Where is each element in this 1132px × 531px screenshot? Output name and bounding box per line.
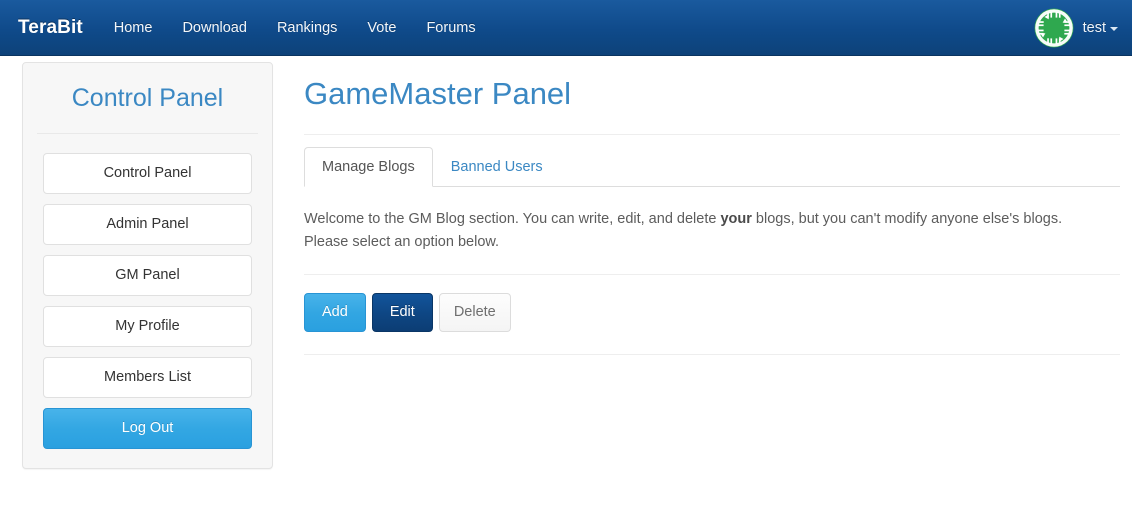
page-title: GameMaster Panel: [304, 76, 572, 111]
green-chip-recycle-avatar-icon: [1034, 8, 1074, 48]
nav-link-download[interactable]: Download: [167, 0, 262, 56]
sidebar-menu: Control Panel Admin Panel GM Panel My Pr…: [23, 152, 272, 449]
user-menu-dropdown[interactable]: test: [1034, 0, 1118, 56]
tab-banned-users[interactable]: Banned Users: [433, 147, 561, 187]
welcome-message: Welcome to the GM Blog section. You can …: [304, 208, 1099, 254]
top-navbar: TeraBit Home Download Rankings Vote Foru…: [0, 0, 1132, 56]
sidebar-heading: Control Panel: [71, 84, 224, 112]
primary-nav: Home Download Rankings Vote Forums: [99, 0, 491, 56]
caret-down-icon: [1110, 26, 1118, 31]
footer-divider: [304, 354, 1120, 356]
sidebar-item-admin-panel[interactable]: Admin Panel: [43, 203, 252, 245]
user-name-label: test: [1082, 19, 1106, 36]
sidebar-item-log-out[interactable]: Log Out: [43, 407, 252, 449]
navbar-right: test: [1034, 0, 1132, 56]
nav-link-vote[interactable]: Vote: [352, 0, 411, 56]
title-divider: [304, 133, 1120, 135]
nav-link-home[interactable]: Home: [99, 0, 168, 56]
nav-link-rankings[interactable]: Rankings: [262, 0, 352, 56]
tab-manage-blogs[interactable]: Manage Blogs: [304, 147, 433, 187]
welcome-text-before: Welcome to the GM Blog section. You can …: [304, 210, 721, 227]
sidebar-item-members-list[interactable]: Members List: [43, 356, 252, 398]
sidebar-item-control-panel[interactable]: Control Panel: [43, 152, 252, 194]
nav-link-forums[interactable]: Forums: [411, 0, 490, 56]
sidebar-item-gm-panel[interactable]: GM Panel: [43, 254, 252, 296]
action-buttons: Add Edit Delete: [304, 293, 1120, 333]
add-button[interactable]: Add: [304, 293, 366, 333]
content-tabs: Manage Blogs Banned Users: [304, 147, 1120, 187]
content-divider: [304, 274, 1120, 276]
brand-logo[interactable]: TeraBit: [2, 0, 99, 56]
sidebar-item-my-profile[interactable]: My Profile: [43, 305, 252, 347]
welcome-text-emphasis: your: [720, 210, 752, 227]
main-content: GameMaster Panel Manage Blogs Banned Use…: [304, 62, 1120, 356]
delete-button[interactable]: Delete: [438, 293, 511, 333]
edit-button[interactable]: Edit: [371, 293, 433, 333]
sidebar-divider: [37, 132, 258, 134]
control-panel-sidebar: Control Panel Control Panel Admin Panel …: [22, 62, 273, 469]
